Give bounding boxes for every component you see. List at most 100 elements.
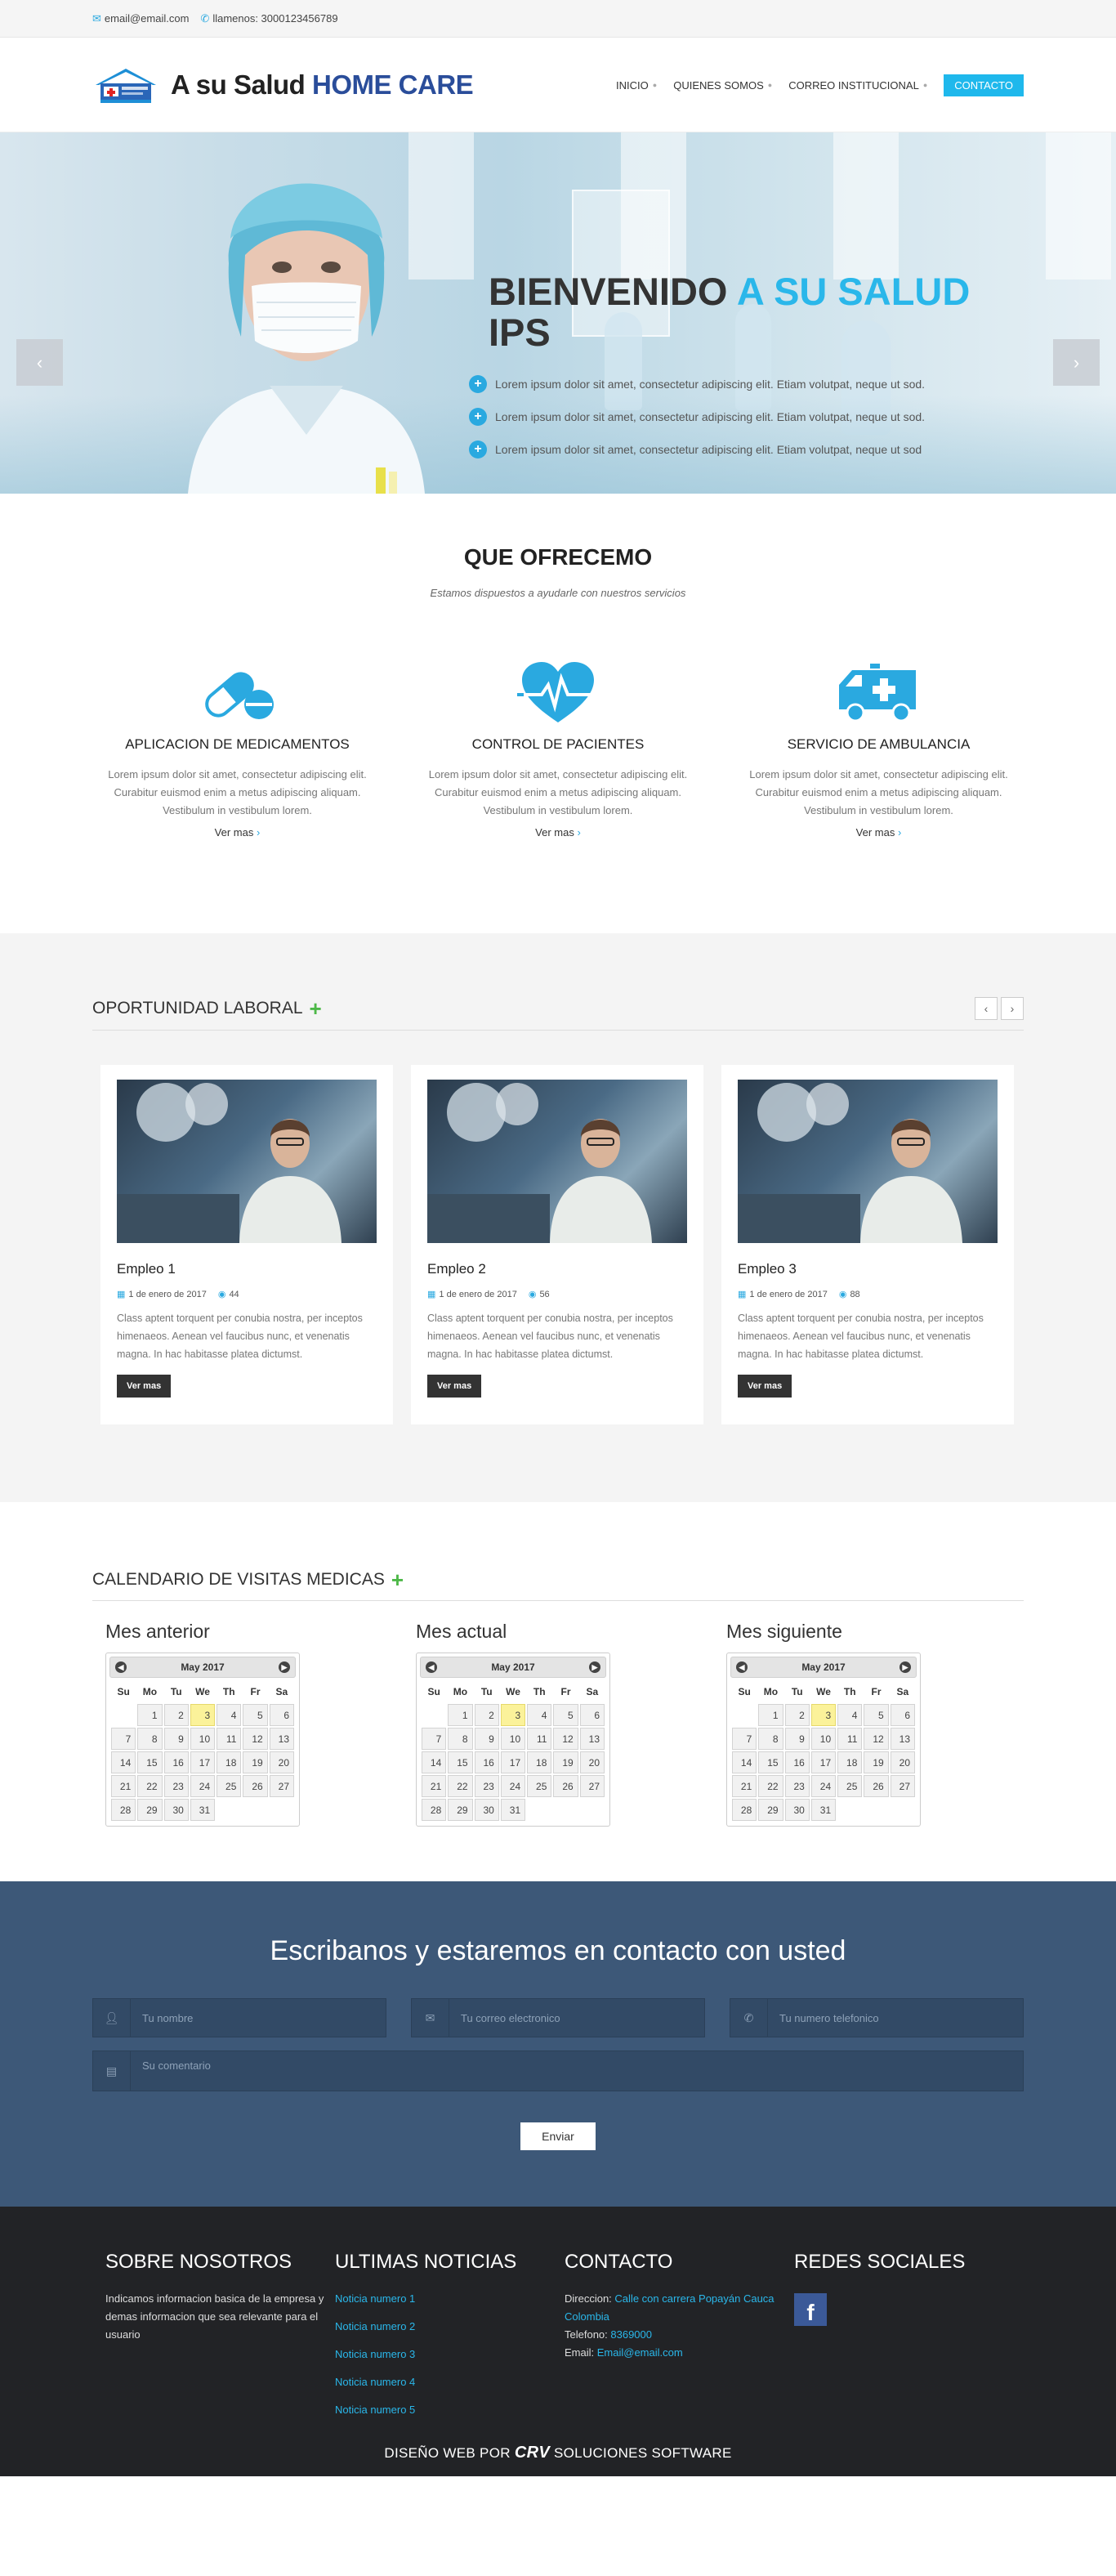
calendar-day[interactable]: 17 xyxy=(190,1751,216,1773)
job-title[interactable]: Empleo 2 xyxy=(427,1261,687,1277)
calendar-day[interactable]: 28 xyxy=(422,1799,447,1821)
next-month-icon[interactable]: ▶ xyxy=(279,1661,290,1673)
calendar-day[interactable]: 23 xyxy=(163,1775,189,1797)
calendar-day[interactable]: 20 xyxy=(269,1751,294,1773)
calendar-day[interactable]: 27 xyxy=(269,1775,294,1797)
calendar-day[interactable]: 13 xyxy=(890,1728,915,1750)
calendar-day[interactable]: 31 xyxy=(190,1799,216,1821)
send-button[interactable]: Enviar xyxy=(520,2122,596,2150)
calendar-day[interactable]: 24 xyxy=(190,1775,216,1797)
calendar-day[interactable]: 29 xyxy=(448,1799,473,1821)
calendar-day[interactable]: 25 xyxy=(527,1775,552,1797)
phone-input[interactable] xyxy=(768,1999,1023,2037)
calendar-day[interactable]: 5 xyxy=(243,1704,268,1726)
calendar-day[interactable]: 26 xyxy=(864,1775,889,1797)
calendar-day[interactable]: 23 xyxy=(474,1775,499,1797)
calendar-day[interactable]: 11 xyxy=(837,1728,863,1750)
calendar-day[interactable]: 31 xyxy=(500,1799,526,1821)
nav-quienes-somos[interactable]: QUIENES SOMOS ● xyxy=(673,79,772,92)
calendar-day[interactable]: 11 xyxy=(527,1728,552,1750)
calendar-day[interactable]: 28 xyxy=(732,1799,757,1821)
calendar-day[interactable]: 17 xyxy=(810,1751,837,1773)
next-month-icon[interactable]: ▶ xyxy=(899,1661,911,1673)
footer-email[interactable]: Email@email.com xyxy=(597,2346,683,2359)
calendar-day[interactable]: 5 xyxy=(864,1704,889,1726)
calendar-day[interactable]: 22 xyxy=(448,1775,473,1797)
calendar-day[interactable]: 19 xyxy=(243,1751,268,1773)
calendar-day[interactable]: 7 xyxy=(422,1728,447,1750)
site-logo[interactable]: A su Salud HOME CARE xyxy=(92,65,474,105)
calendar-day[interactable]: 30 xyxy=(163,1799,189,1821)
calendar-day[interactable]: 6 xyxy=(269,1704,294,1726)
calendar-day[interactable]: 21 xyxy=(422,1775,447,1797)
calendar-day[interactable]: 9 xyxy=(784,1728,810,1750)
calendar-day[interactable]: 3 xyxy=(810,1704,837,1726)
calendar-day[interactable]: 12 xyxy=(553,1728,578,1750)
calendar-day[interactable]: 23 xyxy=(784,1775,810,1797)
calendar-day[interactable]: 6 xyxy=(579,1704,605,1726)
calendar-day[interactable]: 14 xyxy=(422,1751,447,1773)
calendar-day[interactable]: 10 xyxy=(500,1728,526,1750)
comment-input[interactable] xyxy=(131,2051,1023,2091)
calendar-day[interactable]: 29 xyxy=(758,1799,783,1821)
calendar-day[interactable]: 17 xyxy=(500,1751,526,1773)
service-more-link[interactable]: Ver mas › xyxy=(215,826,261,839)
calendar-day[interactable]: 16 xyxy=(163,1751,189,1773)
job-more-button[interactable]: Ver mas xyxy=(738,1375,792,1398)
calendar-day[interactable]: 14 xyxy=(111,1751,136,1773)
chevron-left-icon[interactable]: ‹ xyxy=(975,997,998,1020)
calendar-day[interactable]: 18 xyxy=(527,1751,552,1773)
calendar-day[interactable]: 4 xyxy=(837,1704,863,1726)
calendar-day[interactable]: 3 xyxy=(190,1704,216,1726)
calendar-day[interactable]: 26 xyxy=(243,1775,268,1797)
calendar-day[interactable]: 16 xyxy=(474,1751,499,1773)
calendar-day[interactable]: 30 xyxy=(784,1799,810,1821)
service-more-link[interactable]: Ver mas › xyxy=(535,826,581,839)
calendar-day[interactable]: 8 xyxy=(448,1728,473,1750)
calendar-day[interactable]: 20 xyxy=(579,1751,605,1773)
calendar-day[interactable]: 27 xyxy=(890,1775,915,1797)
nav-correo-institucional[interactable]: CORREO INSTITUCIONAL ● xyxy=(788,79,927,92)
calendar-day[interactable]: 20 xyxy=(890,1751,915,1773)
job-more-button[interactable]: Ver mas xyxy=(427,1375,482,1398)
calendar-day[interactable]: 24 xyxy=(500,1775,526,1797)
job-title[interactable]: Empleo 3 xyxy=(738,1261,998,1277)
calendar-day[interactable]: 22 xyxy=(758,1775,783,1797)
calendar-day[interactable]: 15 xyxy=(137,1751,163,1773)
calendar-day[interactable]: 18 xyxy=(217,1751,242,1773)
calendar-day[interactable]: 29 xyxy=(137,1799,163,1821)
calendar-day[interactable]: 1 xyxy=(137,1704,163,1726)
news-link[interactable]: Noticia numero 1 xyxy=(335,2285,565,2313)
calendar-day[interactable]: 24 xyxy=(810,1775,837,1797)
calendar-day[interactable]: 1 xyxy=(758,1704,783,1726)
calendar-day[interactable]: 3 xyxy=(500,1704,526,1726)
calendar-day[interactable]: 2 xyxy=(163,1704,189,1726)
news-link[interactable]: Noticia numero 4 xyxy=(335,2368,565,2396)
calendar-day[interactable]: 2 xyxy=(474,1704,499,1726)
news-link[interactable]: Noticia numero 5 xyxy=(335,2396,565,2424)
calendar-day[interactable]: 4 xyxy=(527,1704,552,1726)
calendar-day[interactable]: 6 xyxy=(890,1704,915,1726)
name-input[interactable] xyxy=(131,1999,386,2037)
calendar-day[interactable]: 8 xyxy=(758,1728,783,1750)
calendar-day[interactable]: 25 xyxy=(837,1775,863,1797)
calendar-day[interactable]: 27 xyxy=(579,1775,605,1797)
chevron-right-icon[interactable]: › xyxy=(1001,997,1024,1020)
calendar-day[interactable]: 28 xyxy=(111,1799,136,1821)
calendar-day[interactable]: 10 xyxy=(190,1728,216,1750)
facebook-icon[interactable]: f xyxy=(794,2293,827,2326)
calendar-day[interactable]: 21 xyxy=(732,1775,757,1797)
news-link[interactable]: Noticia numero 2 xyxy=(335,2313,565,2341)
calendar-day[interactable]: 5 xyxy=(553,1704,578,1726)
calendar-day[interactable]: 2 xyxy=(784,1704,810,1726)
calendar-day[interactable]: 13 xyxy=(579,1728,605,1750)
calendar-day[interactable]: 12 xyxy=(243,1728,268,1750)
hero-next-arrow[interactable]: › xyxy=(1053,339,1100,386)
calendar-day[interactable]: 7 xyxy=(732,1728,757,1750)
calendar-day[interactable]: 18 xyxy=(837,1751,863,1773)
calendar-day[interactable]: 19 xyxy=(553,1751,578,1773)
calendar-day[interactable]: 21 xyxy=(111,1775,136,1797)
calendar-day[interactable]: 11 xyxy=(217,1728,242,1750)
job-more-button[interactable]: Ver mas xyxy=(117,1375,172,1398)
next-month-icon[interactable]: ▶ xyxy=(589,1661,600,1673)
